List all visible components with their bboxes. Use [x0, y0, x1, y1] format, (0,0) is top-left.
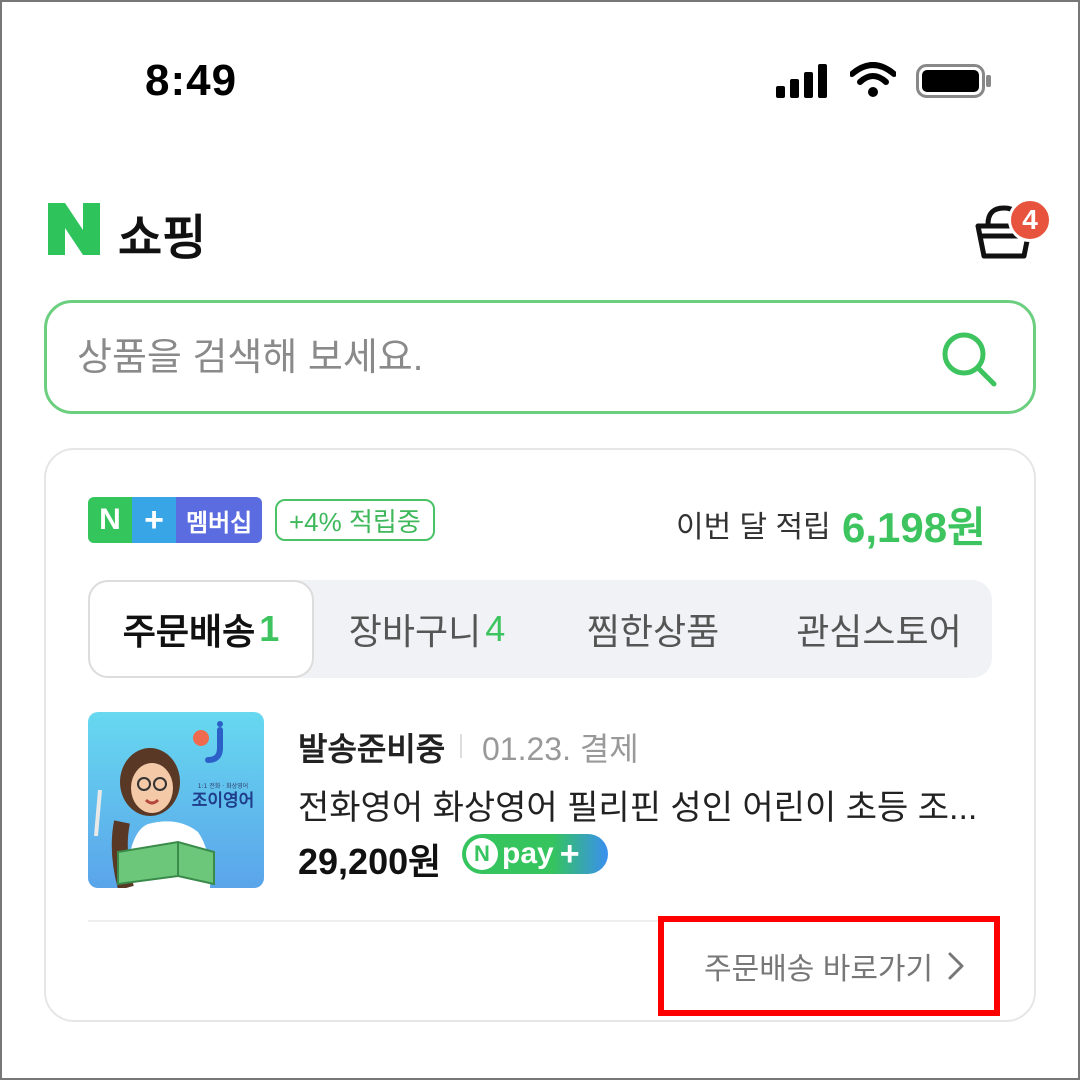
search-input[interactable]	[77, 329, 897, 387]
membership-plus-mark: +	[132, 497, 176, 543]
status-time: 8:49	[145, 56, 238, 105]
month-reward-label: 이번 달 적립	[676, 511, 831, 544]
tab-label: 관심스토어	[796, 611, 962, 652]
tab-favorite-stores[interactable]: 관심스토어	[766, 580, 992, 678]
product-price: 29,200원	[298, 841, 442, 882]
cellular-signal-icon	[776, 64, 827, 98]
naver-logo-icon[interactable]	[48, 203, 100, 255]
search-bar[interactable]	[44, 300, 1036, 414]
search-icon[interactable]	[940, 330, 998, 388]
membership-label: 멤버십	[176, 497, 263, 543]
battery-icon	[916, 64, 991, 98]
tab-wishlist[interactable]: 찜한상품	[540, 580, 766, 678]
membership-n-mark: N	[88, 497, 132, 543]
reward-rate-badge: +4% 적립중	[275, 499, 435, 541]
tab-order-delivery[interactable]: 주문배송 1	[88, 580, 314, 678]
shopping-tabs: 주문배송 1 장바구니 4 찜한상품 관심스토어	[88, 580, 992, 678]
npay-text: pay	[502, 837, 554, 870]
tab-label: 주문배송	[122, 611, 256, 652]
npay-plus-icon: +	[559, 834, 580, 873]
tab-label: 장바구니	[348, 611, 482, 652]
status-divider	[460, 734, 462, 758]
month-reward-amount[interactable]: 6,198원	[842, 494, 986, 555]
tab-cart[interactable]: 장바구니 4	[314, 580, 540, 678]
shipping-status: 발송준비중	[298, 731, 446, 767]
tab-count: 4	[485, 608, 506, 649]
npay-plus-membership-badge[interactable]: N + 멤버십	[88, 497, 263, 543]
thumb-brand-text: 조이영어	[192, 791, 255, 811]
npay-n-icon: N	[466, 838, 498, 870]
payment-date: 01.23. 결제	[482, 731, 639, 767]
npay-plus-badge: N pay +	[462, 834, 608, 874]
shortcut-label: 주문배송 바로가기	[704, 953, 934, 986]
tab-count: 1	[259, 608, 280, 649]
cart-count-badge[interactable]: 4	[1008, 198, 1052, 242]
product-thumbnail[interactable]: 1:1 전화 · 화상영어 조이영어	[88, 712, 264, 888]
thumb-small-text: 1:1 전화 · 화상영어	[198, 782, 248, 790]
wifi-icon	[850, 62, 896, 97]
tab-label: 찜한상품	[586, 611, 720, 652]
order-delivery-shortcut-link[interactable]: 주문배송 바로가기	[658, 916, 1000, 1016]
product-name[interactable]: 전화영어 화상영어 필리핀 성인 어린이 초등 조...	[298, 780, 998, 829]
chevron-right-icon	[948, 952, 964, 980]
page-title: 쇼핑	[118, 212, 207, 265]
